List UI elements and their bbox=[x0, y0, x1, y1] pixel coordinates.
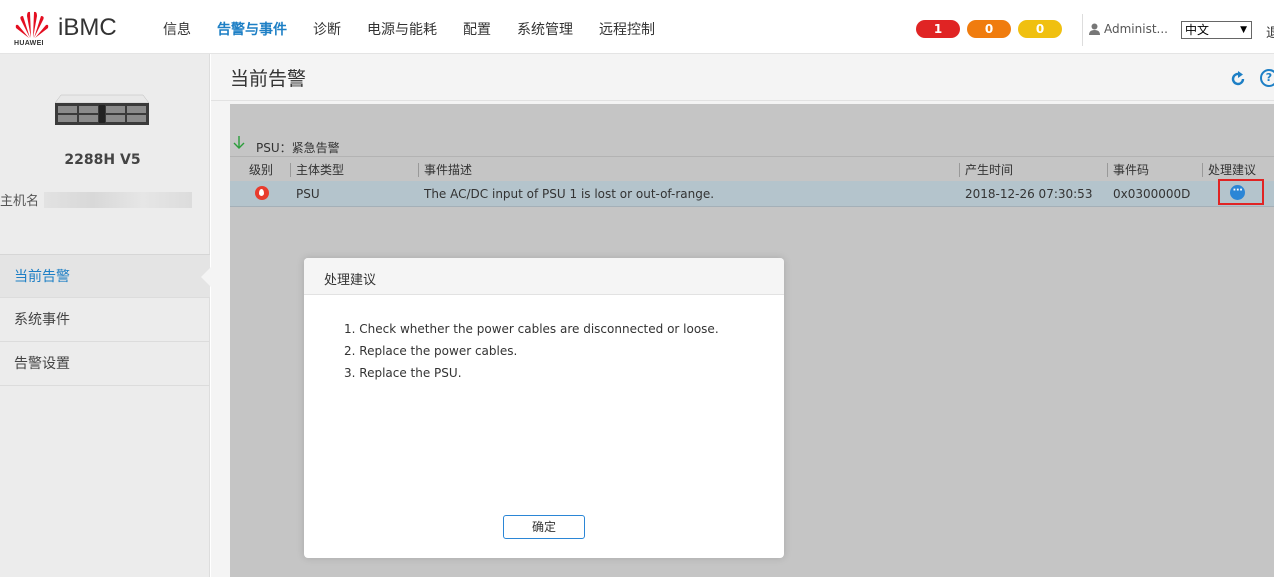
refresh-icon[interactable] bbox=[1229, 70, 1247, 88]
nav-item-remote-control[interactable]: 远程控制 bbox=[586, 0, 668, 54]
user-name: Administ... bbox=[1104, 22, 1168, 36]
nav-item-system-management[interactable]: 系统管理 bbox=[504, 0, 586, 54]
server-image-icon bbox=[54, 91, 150, 131]
alarm-group-header[interactable]: PSU：紧急告警 bbox=[230, 136, 1274, 156]
collapse-arrow-icon[interactable] bbox=[233, 136, 245, 150]
sidebar-item-system-events[interactable]: 系统事件 bbox=[0, 298, 210, 342]
nav-item-power[interactable]: 电源与能耗 bbox=[354, 0, 450, 54]
row-time: 2018-12-26 07:30:53 bbox=[965, 187, 1093, 201]
sidebar: 2288H V5 主机名 当前告警 系统事件 告警设置 bbox=[0, 54, 211, 577]
user-icon bbox=[1089, 23, 1100, 35]
column-header-time: 产生时间 bbox=[959, 163, 1013, 177]
column-header-code: 事件码 bbox=[1107, 163, 1149, 177]
row-type: PSU bbox=[296, 187, 320, 201]
column-header-description: 事件描述 bbox=[418, 163, 472, 177]
more-icon[interactable]: ··· bbox=[1230, 185, 1245, 200]
row-code: 0x0300000D bbox=[1113, 187, 1191, 201]
column-header-suggestion: 处理建议 bbox=[1202, 163, 1256, 177]
help-icon[interactable]: ? bbox=[1260, 69, 1274, 87]
hostname-value-redacted bbox=[44, 192, 192, 208]
suggestion-line: 3. Replace the PSU. bbox=[344, 366, 462, 380]
sidebar-item-alarm-settings[interactable]: 告警设置 bbox=[0, 342, 210, 386]
header-divider bbox=[1082, 14, 1083, 46]
language-select[interactable]: 中文 ▼ bbox=[1181, 21, 1252, 39]
table-row[interactable]: PSU The AC/DC input of PSU 1 is lost or … bbox=[230, 179, 1274, 207]
critical-level-icon bbox=[255, 186, 269, 200]
dialog-title: 处理建议 bbox=[324, 273, 377, 288]
main-nav: 信息 告警与事件 诊断 电源与能耗 配置 系统管理 远程控制 bbox=[150, 0, 668, 54]
nav-item-info[interactable]: 信息 bbox=[150, 0, 204, 54]
ok-button[interactable]: 确定 bbox=[503, 515, 585, 539]
side-menu: 当前告警 系统事件 告警设置 bbox=[0, 254, 211, 386]
hostname-label: 主机名 bbox=[0, 194, 40, 209]
nav-item-config[interactable]: 配置 bbox=[450, 0, 504, 54]
suggestion-line: 1. Check whether the power cables are di… bbox=[344, 322, 719, 336]
dropdown-arrow-icon: ▼ bbox=[1240, 25, 1247, 35]
title-divider bbox=[211, 100, 1274, 101]
alarm-badges: 1 0 0 bbox=[916, 20, 1062, 38]
huawei-wordmark: HUAWEI bbox=[14, 40, 44, 47]
suggestion-highlight: ··· bbox=[1218, 179, 1264, 205]
row-description: The AC/DC input of PSU 1 is lost or out-… bbox=[424, 187, 715, 201]
column-header-level: 级别 bbox=[249, 163, 274, 177]
page-title: 当前告警 bbox=[230, 68, 307, 90]
user-menu[interactable]: Administ... bbox=[1089, 22, 1168, 36]
dialog-body: 1. Check whether the power cables are di… bbox=[344, 318, 719, 384]
alarm-table-header: 级别 主体类型 事件描述 产生时间 事件码 处理建议 bbox=[230, 156, 1274, 181]
server-model: 2288H V5 bbox=[64, 152, 141, 168]
dialog-header: 处理建议 bbox=[304, 258, 784, 295]
major-alarm-badge[interactable]: 0 bbox=[967, 20, 1011, 38]
column-header-type: 主体类型 bbox=[290, 163, 344, 177]
nav-item-diagnostics[interactable]: 诊断 bbox=[300, 0, 354, 54]
suggestion-line: 2. Replace the power cables. bbox=[344, 344, 518, 358]
nav-item-alarms-events[interactable]: 告警与事件 bbox=[204, 0, 300, 54]
top-header: HUAWEI iBMC 信息 告警与事件 诊断 电源与能耗 配置 系统管理 远程… bbox=[0, 0, 1274, 54]
sidebar-item-current-alarms[interactable]: 当前告警 bbox=[0, 254, 211, 298]
logout-link[interactable]: 退 bbox=[1266, 22, 1274, 41]
language-value: 中文 bbox=[1185, 23, 1210, 37]
critical-alarm-badge[interactable]: 1 bbox=[916, 20, 960, 38]
alarm-group-label: PSU：紧急告警 bbox=[256, 141, 340, 155]
suggestion-dialog: 处理建议 1. Check whether the power cables a… bbox=[304, 258, 784, 558]
minor-alarm-badge[interactable]: 0 bbox=[1018, 20, 1062, 38]
app-brand: iBMC bbox=[58, 14, 117, 41]
